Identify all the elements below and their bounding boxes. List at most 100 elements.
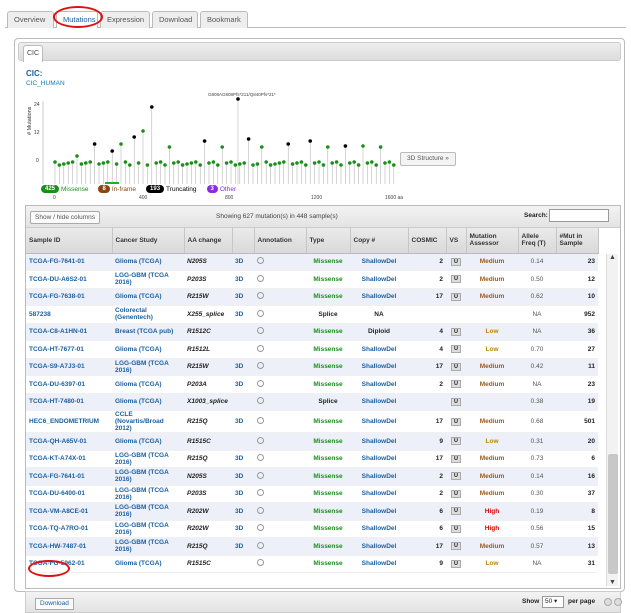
mutation-lollipop[interactable]	[356, 163, 361, 167]
mutation-lollipop[interactable]	[317, 160, 321, 164]
legend-inframe[interactable]: 8 In-frame	[98, 185, 136, 193]
mutation-lollipop[interactable]	[308, 139, 313, 143]
cell-annotation[interactable]	[254, 520, 306, 538]
sample-id-link[interactable]: TCGA-C8-A1HN-01	[29, 328, 87, 335]
mutation-lollipop[interactable]	[216, 163, 220, 167]
cell-cosmic[interactable]: 9	[408, 555, 446, 573]
mutation-lollipop[interactable]	[158, 160, 163, 164]
table-scrollbar[interactable]: ▲ ▼	[606, 254, 618, 586]
cell-cancer-study[interactable]: Glioma (TCGA)	[112, 432, 184, 451]
mutation-lollipop[interactable]	[180, 163, 185, 167]
annotation-icon[interactable]	[257, 309, 264, 317]
tab-expression[interactable]: Expression	[100, 11, 150, 28]
mutation-lollipop[interactable]	[286, 142, 291, 146]
study-link[interactable]: Glioma (TCGA)	[115, 398, 162, 405]
cell-cosmic[interactable]: 6	[408, 502, 446, 521]
cell-cancer-study[interactable]: Glioma (TCGA)	[112, 555, 184, 573]
mutation-lollipop[interactable]	[62, 162, 66, 166]
mutation-lollipop[interactable]	[321, 163, 326, 167]
cell-annotation[interactable]	[254, 340, 306, 359]
annotation-icon[interactable]	[257, 524, 264, 532]
cell-annotation[interactable]	[254, 467, 306, 486]
mutation-lollipop[interactable]	[154, 161, 158, 165]
study-link[interactable]: Glioma (TCGA)	[115, 293, 162, 300]
mutation-lollipop[interactable]	[57, 163, 62, 167]
cell-sample-id[interactable]: TCGA-TQ-A7RO-01	[26, 520, 112, 538]
cell-3d-link[interactable]: 3D	[232, 270, 254, 289]
annotation-icon[interactable]	[257, 397, 264, 405]
cell-3d-link[interactable]: 3D	[232, 502, 254, 521]
cell-cancer-study[interactable]: CCLE (Novartis/Broad 2012)	[112, 410, 184, 433]
cell-3d-link[interactable]	[232, 323, 254, 341]
sample-id-link[interactable]: TCGA-VM-A8CE-01	[29, 508, 88, 515]
study-link[interactable]: Glioma (TCGA)	[115, 346, 162, 353]
cell-sample-id[interactable]: TCGA-VM-A8CE-01	[26, 502, 112, 521]
cell-3d-link[interactable]: 3D	[232, 375, 254, 394]
mutation-lollipop[interactable]	[92, 142, 97, 146]
mutation-lollipop[interactable]	[53, 160, 57, 164]
col-annotation[interactable]: Annotation	[254, 228, 307, 254]
mutation-lollipop[interactable]	[84, 161, 88, 165]
cell-cosmic[interactable]: 17	[408, 358, 446, 376]
cell-annotation[interactable]	[254, 288, 306, 306]
sample-id-link[interactable]: TCGA-DU-A6S2-01	[29, 276, 87, 283]
study-link[interactable]: LGG-GBM (TCGA 2016)	[115, 272, 169, 286]
study-link[interactable]: LGG-GBM (TCGA 2016)	[115, 469, 169, 483]
cell-cancer-study[interactable]: LGG-GBM (TCGA 2016)	[112, 358, 184, 376]
cell-sample-id[interactable]: TCGA-HW-7487-01	[26, 537, 112, 556]
mutation-lollipop[interactable]	[370, 160, 374, 164]
cell-mutation-assessor[interactable]: Medium	[466, 537, 518, 556]
gene-uniprot-link[interactable]: CIC_HUMAN	[26, 80, 65, 87]
sample-id-link[interactable]: TCGA-HT-7677-01	[29, 346, 84, 353]
mutation-lollipop[interactable]	[312, 161, 317, 165]
cell-annotation[interactable]	[254, 410, 306, 433]
cell-mutation-assessor[interactable]: Low	[466, 340, 518, 359]
mutation-lollipop[interactable]	[299, 160, 304, 164]
cell-3d-link[interactable]: 3D	[232, 253, 254, 271]
cell-cosmic[interactable]: 17	[408, 410, 446, 433]
annotation-icon[interactable]	[257, 292, 264, 300]
sample-id-link[interactable]: TCGA-FG-7641-01	[29, 473, 85, 480]
mutation-lollipop[interactable]	[343, 144, 348, 148]
cell-annotation[interactable]	[254, 485, 306, 503]
cell-3d-link[interactable]	[232, 432, 254, 451]
mutation-lollipop[interactable]	[229, 160, 233, 164]
cell-cancer-study[interactable]: LGG-GBM (TCGA 2016)	[112, 502, 184, 521]
sample-id-link[interactable]: 587238	[29, 311, 51, 318]
annotation-icon[interactable]	[257, 327, 264, 335]
cell-cosmic[interactable]: 2	[408, 375, 446, 394]
study-link[interactable]: LGG-GBM (TCGA 2016)	[115, 487, 169, 501]
mutation-lollipop[interactable]	[383, 161, 387, 165]
cell-cancer-study[interactable]: Breast (TCGA pub)	[112, 323, 184, 341]
scroll-up-icon[interactable]: ▲	[609, 254, 616, 261]
mutation-lollipop[interactable]	[251, 163, 255, 167]
annotation-icon[interactable]	[257, 362, 264, 370]
mutation-lollipop[interactable]	[374, 163, 379, 167]
mutation-lollipop[interactable]	[79, 162, 84, 166]
cell-cancer-study[interactable]: LGG-GBM (TCGA 2016)	[112, 450, 184, 468]
cell-mutation-assessor[interactable]: Medium	[466, 358, 518, 376]
cell-cosmic[interactable]	[408, 305, 446, 324]
mutation-lollipop[interactable]	[128, 163, 132, 167]
hotspot-lollipop[interactable]	[236, 97, 240, 101]
mutation-lollipop[interactable]	[189, 161, 194, 165]
mutation-lollipop[interactable]	[290, 162, 295, 166]
cell-cancer-study[interactable]: LGG-GBM (TCGA 2016)	[112, 537, 184, 556]
col-cosmic[interactable]: COSMIC	[408, 228, 447, 254]
study-link[interactable]: LGG-GBM (TCGA 2016)	[115, 539, 169, 553]
mutation-lollipop[interactable]	[114, 162, 119, 166]
col-cancer-study[interactable]: Cancer Study	[112, 228, 185, 254]
cell-annotation[interactable]	[254, 432, 306, 451]
cell-3d-link[interactable]	[232, 340, 254, 359]
cell-mutation-assessor[interactable]: Medium	[466, 410, 518, 433]
cell-3d-link[interactable]: 3D	[232, 305, 254, 324]
sample-id-link[interactable]: TCGA-DU-6400-01	[29, 490, 85, 497]
mutation-lollipop[interactable]	[273, 162, 277, 166]
annotation-icon[interactable]	[257, 541, 264, 549]
mutation-lollipop[interactable]	[163, 163, 167, 167]
cell-cancer-study[interactable]: LGG-GBM (TCGA 2016)	[112, 270, 184, 289]
cell-3d-link[interactable]: 3D	[232, 450, 254, 468]
study-link[interactable]: LGG-GBM (TCGA 2016)	[115, 504, 169, 518]
sample-id-link[interactable]: HEC6_ENDOMETRIUM	[29, 418, 99, 425]
cell-sample-id[interactable]: TCGA-DU-6400-01	[26, 485, 112, 503]
